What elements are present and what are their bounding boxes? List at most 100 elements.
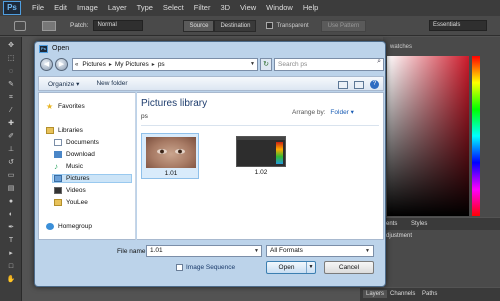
hand-tool-icon[interactable]: ✋ [6,275,16,284]
open-dialog: Ps Open ◀ ▶ « Pictures ▸ My Pictures ▸ p… [34,41,386,287]
homegroup-icon [46,223,54,230]
brush-tool-icon[interactable]: ✐ [6,132,16,141]
pen-tool-icon[interactable]: ✒ [6,223,16,232]
menu-image[interactable]: Image [72,0,103,16]
eyedropper-tool-icon[interactable]: ⁄ [6,106,16,115]
tools-panel: ✥ ⬚ ◌ ✎ ⌗ ⁄ ✚ ✐ ⊥ ↺ ▭ ▤ ● ◐ ✒ T ▸ □ ✋ [0,37,22,301]
patch-mode-select[interactable]: Normal [93,20,144,31]
chevron-down-icon[interactable]: ▼ [250,61,255,67]
nav-documents[interactable]: Documents [54,139,99,146]
refresh-icon[interactable]: ↻ [260,58,272,71]
eye-shape [157,149,167,154]
file-name: 1.01 [164,170,178,177]
channels-tab[interactable]: Channels [390,291,415,297]
chevron-down-icon[interactable]: ▼ [306,262,315,273]
dialog-titlebar[interactable]: Ps Open [35,42,385,55]
menu-view[interactable]: View [235,0,261,16]
organize-button[interactable]: Organize ▾ [39,80,87,88]
music-icon: ♪ [54,162,58,171]
move-tool-icon[interactable]: ✥ [6,41,16,50]
menu-layer[interactable]: Layer [103,0,132,16]
destination-button[interactable]: Destination [214,19,257,32]
chevron-down-icon[interactable]: ▼ [254,246,259,256]
color-picker-field[interactable] [387,56,469,216]
history-brush-tool-icon[interactable]: ↺ [6,158,16,167]
adjustments-panel: djustment [383,230,500,287]
stamp-tool-icon[interactable]: ⊥ [6,145,16,154]
nav-libraries[interactable]: Libraries [46,127,83,134]
styles-tab[interactable]: Styles [411,221,427,227]
chevron-down-icon[interactable]: ▼ [365,246,370,256]
address-row: ◀ ▶ « Pictures ▸ My Pictures ▸ ps ▼ ↻ Se… [38,57,384,73]
use-pattern-button[interactable]: Use Pattern [320,19,367,32]
menu-edit[interactable]: Edit [49,0,72,16]
pictures-icon [54,175,62,182]
new-folder-button[interactable]: New folder [87,80,135,87]
quick-select-tool-icon[interactable]: ✎ [6,80,16,89]
menu-file[interactable]: File [27,0,49,16]
search-icon[interactable]: ⌕ [377,58,381,66]
arrange-by-select[interactable]: Folder ▾ [330,109,354,116]
workspace-select[interactable]: Essentials [429,20,487,31]
address-bar[interactable]: « Pictures ▸ My Pictures ▸ ps ▼ [72,58,258,71]
menu-help[interactable]: Help [298,0,323,16]
star-icon: ★ [46,102,54,111]
transparent-checkbox[interactable] [266,22,274,29]
breadcrumb-ps[interactable]: ps [156,61,167,68]
search-input[interactable]: Search ps [274,58,384,71]
swatches-tab[interactable]: watches [390,44,412,50]
healing-tool-icon[interactable]: ✚ [6,119,16,128]
source-button[interactable]: Source [183,19,215,32]
file-format-value: All Formats [270,247,303,254]
file-item-2[interactable]: 1.02 [232,133,290,179]
open-button[interactable]: Open ▼ [266,261,316,274]
marquee-tool-icon[interactable]: ⬚ [6,54,16,63]
gradient-tool-icon[interactable]: ▤ [6,184,16,193]
hue-slider[interactable] [472,56,480,216]
nav-pictures[interactable]: Pictures [52,174,132,183]
shape-tool-icon[interactable]: □ [6,262,16,271]
menu-3d[interactable]: 3D [215,0,235,16]
layers-tab[interactable]: Layers [363,290,388,298]
nav-favorites[interactable]: ★ Favorites [46,102,85,111]
type-tool-icon[interactable]: T [6,236,16,245]
breadcrumb-my-pictures[interactable]: My Pictures [113,61,151,68]
menu-filter[interactable]: Filter [189,0,216,16]
nav-music[interactable]: ♪ Music [54,162,83,171]
cancel-button[interactable]: Cancel [324,261,374,274]
image-sequence-option[interactable]: Image Sequence [176,264,235,271]
patch-tool-icon[interactable] [14,20,26,31]
nav-libraries-label: Libraries [58,127,83,134]
breadcrumb-overflow-icon[interactable]: « [73,62,80,68]
adjustments-tab[interactable]: ents [386,221,397,227]
blur-tool-icon[interactable]: ● [6,197,16,206]
forward-arrow-icon[interactable]: ▶ [55,58,68,71]
download-icon [54,151,62,158]
selection-mode-icon[interactable] [42,20,56,31]
file-item-1[interactable]: 1.01 [141,133,199,179]
preview-pane-icon[interactable] [354,80,364,89]
menu-window[interactable]: Window [261,0,298,16]
adjustments-tabs: ents Styles [383,218,500,230]
nav-homegroup[interactable]: Homegroup [46,223,92,230]
crop-tool-icon[interactable]: ⌗ [6,93,16,102]
paths-tab[interactable]: Paths [422,291,437,297]
nav-videos[interactable]: Videos [54,187,86,194]
image-sequence-checkbox[interactable] [176,264,183,271]
eraser-tool-icon[interactable]: ▭ [6,171,16,180]
change-view-icon[interactable] [338,80,348,89]
dodge-tool-icon[interactable]: ◐ [6,210,16,219]
videos-icon [54,187,62,194]
lasso-tool-icon[interactable]: ◌ [6,67,16,76]
breadcrumb-pictures[interactable]: Pictures [80,61,107,68]
file-format-select[interactable]: All Formats ▼ [266,245,374,257]
path-select-tool-icon[interactable]: ▸ [6,249,16,258]
back-arrow-icon[interactable]: ◀ [40,58,53,71]
nav-youlee[interactable]: YouLee [54,199,88,206]
filename-input[interactable]: 1.01 ▼ [146,245,262,257]
nav-downloads[interactable]: Download [54,151,95,158]
dialog-title: Open [52,45,70,52]
help-icon[interactable]: ? [370,80,379,89]
menu-select[interactable]: Select [158,0,189,16]
menu-type[interactable]: Type [132,0,158,16]
